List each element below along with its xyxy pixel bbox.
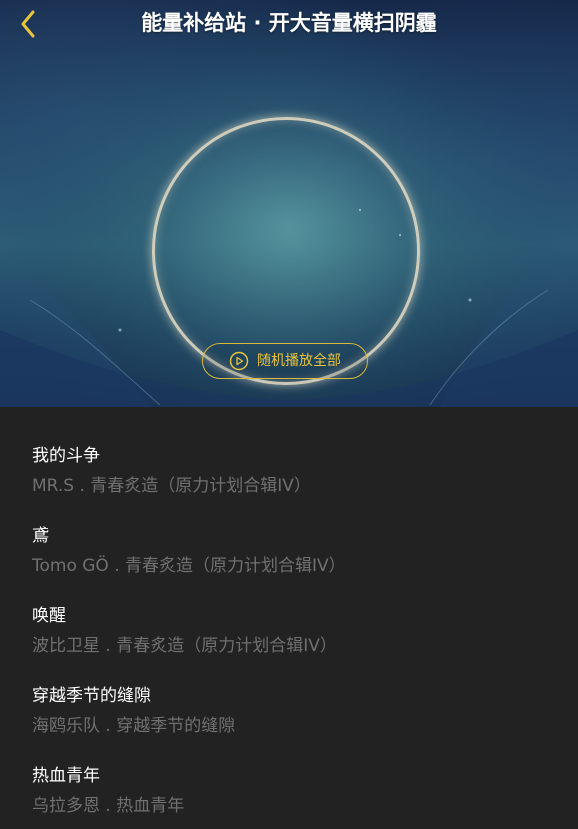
playlist-page: 能量补给站 · 开大音量横扫阴霾 随机播放全部 我的斗争 MR.S . 青春炙造… — [0, 0, 578, 829]
song-artist-album: MR.S . 青春炙造（原力计划合辑IV） — [32, 476, 311, 496]
song-title: 鳶 — [32, 526, 49, 546]
song-artist-album: 波比卫星 . 青春炙造（原力计划合辑IV） — [32, 636, 337, 656]
song-list: 我的斗争 MR.S . 青春炙造（原力计划合辑IV） 鳶 Tomo GÖ . 青… — [0, 407, 578, 829]
song-item[interactable]: 我的斗争 MR.S . 青春炙造（原力计划合辑IV） — [32, 444, 552, 510]
chevron-left-icon — [21, 10, 35, 38]
song-item[interactable]: 穿越季节的缝隙 海鸥乐队 . 穿越季节的缝隙 — [32, 684, 552, 750]
song-title: 穿越季节的缝隙 — [32, 686, 151, 706]
shuffle-play-all-button[interactable]: 随机播放全部 — [202, 343, 368, 379]
song-artist-album: 海鸥乐队 . 穿越季节的缝隙 — [32, 716, 236, 736]
song-title: 热血青年 — [32, 766, 100, 786]
song-title: 我的斗争 — [32, 446, 100, 466]
song-artist-album: 乌拉多恩 . 热血青年 — [32, 796, 185, 816]
back-button[interactable] — [14, 8, 46, 40]
song-artist-album: Tomo GÖ . 青春炙造（原力计划合辑IV） — [32, 556, 346, 576]
song-item[interactable]: 热血青年 乌拉多恩 . 热血青年 — [32, 764, 552, 829]
song-item[interactable]: 鳶 Tomo GÖ . 青春炙造（原力计划合辑IV） — [32, 524, 552, 590]
song-title: 唤醒 — [32, 606, 66, 626]
page-title: 能量补给站 · 开大音量横扫阴霾 — [141, 11, 437, 35]
cover-banner: 能量补给站 · 开大音量横扫阴霾 随机播放全部 — [0, 0, 578, 407]
play-circle-icon — [229, 351, 249, 371]
song-item[interactable]: 唤醒 波比卫星 . 青春炙造（原力计划合辑IV） — [32, 604, 552, 670]
shuffle-play-all-label: 随机播放全部 — [257, 353, 341, 369]
